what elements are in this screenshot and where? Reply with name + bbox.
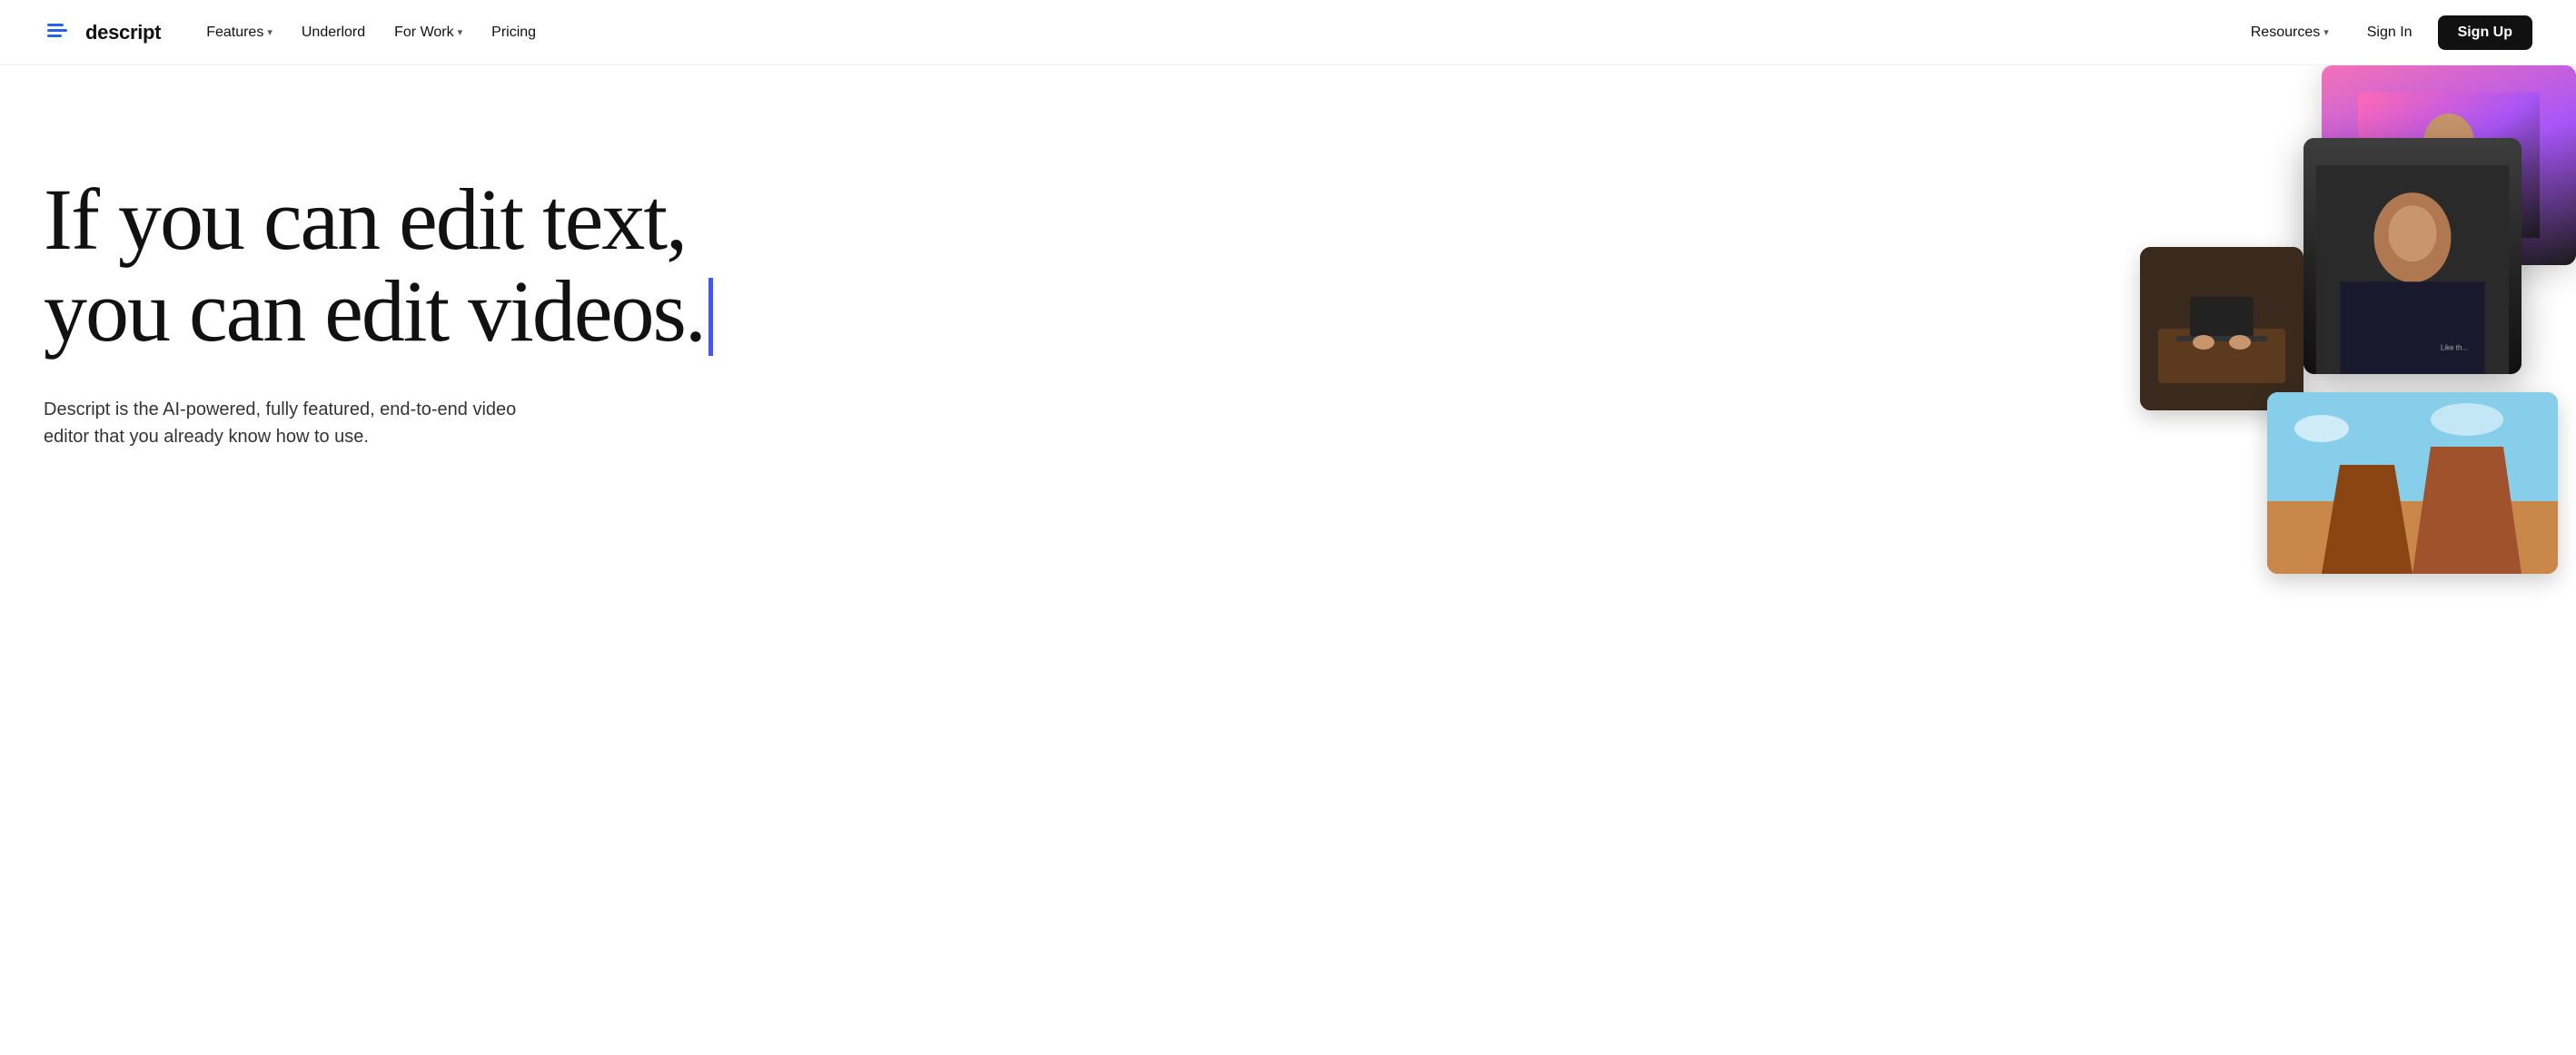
- nav-for-work[interactable]: For Work ▾: [381, 17, 475, 48]
- hero-subtext: Descript is the AI-powered, fully featur…: [44, 396, 552, 450]
- sign-in-button[interactable]: Sign In: [2349, 15, 2431, 50]
- floating-card-landscape: [2267, 392, 2558, 574]
- logo-link[interactable]: descript: [44, 16, 161, 49]
- nav-links: Features ▾ Underlord For Work ▾ Pricing: [193, 17, 549, 48]
- chevron-down-icon: ▾: [458, 26, 463, 38]
- main-nav: descript Features ▾ Underlord For Work ▾…: [0, 0, 2576, 65]
- hero-headline: If you can edit text, you can edit video…: [44, 174, 861, 360]
- floating-card-person: Like th...: [2304, 138, 2522, 374]
- chevron-down-icon: ▾: [267, 26, 272, 38]
- sign-up-button[interactable]: Sign Up: [2438, 15, 2532, 50]
- nav-left: descript Features ▾ Underlord For Work ▾…: [44, 16, 549, 49]
- logo-text: descript: [85, 21, 161, 44]
- floating-card-pink: [2322, 65, 2576, 265]
- text-cursor: [708, 278, 713, 356]
- floating-card-desk: [2140, 247, 2304, 410]
- nav-resources[interactable]: Resources ▾: [2238, 17, 2342, 48]
- nav-pricing[interactable]: Pricing: [479, 17, 549, 48]
- hero-section: If you can edit text, you can edit video…: [0, 65, 2576, 1055]
- hero-images: Like th...: [2195, 65, 2576, 701]
- nav-features[interactable]: Features ▾: [193, 17, 285, 48]
- nav-underlord[interactable]: Underlord: [289, 17, 378, 48]
- nav-right: Resources ▾ Sign In Sign Up: [2238, 15, 2532, 50]
- hero-content: If you can edit text, you can edit video…: [44, 138, 861, 450]
- svg-text:Like th...: Like th...: [2441, 343, 2468, 351]
- chevron-down-icon: ▾: [2323, 26, 2329, 38]
- descript-logo-icon: [44, 16, 76, 49]
